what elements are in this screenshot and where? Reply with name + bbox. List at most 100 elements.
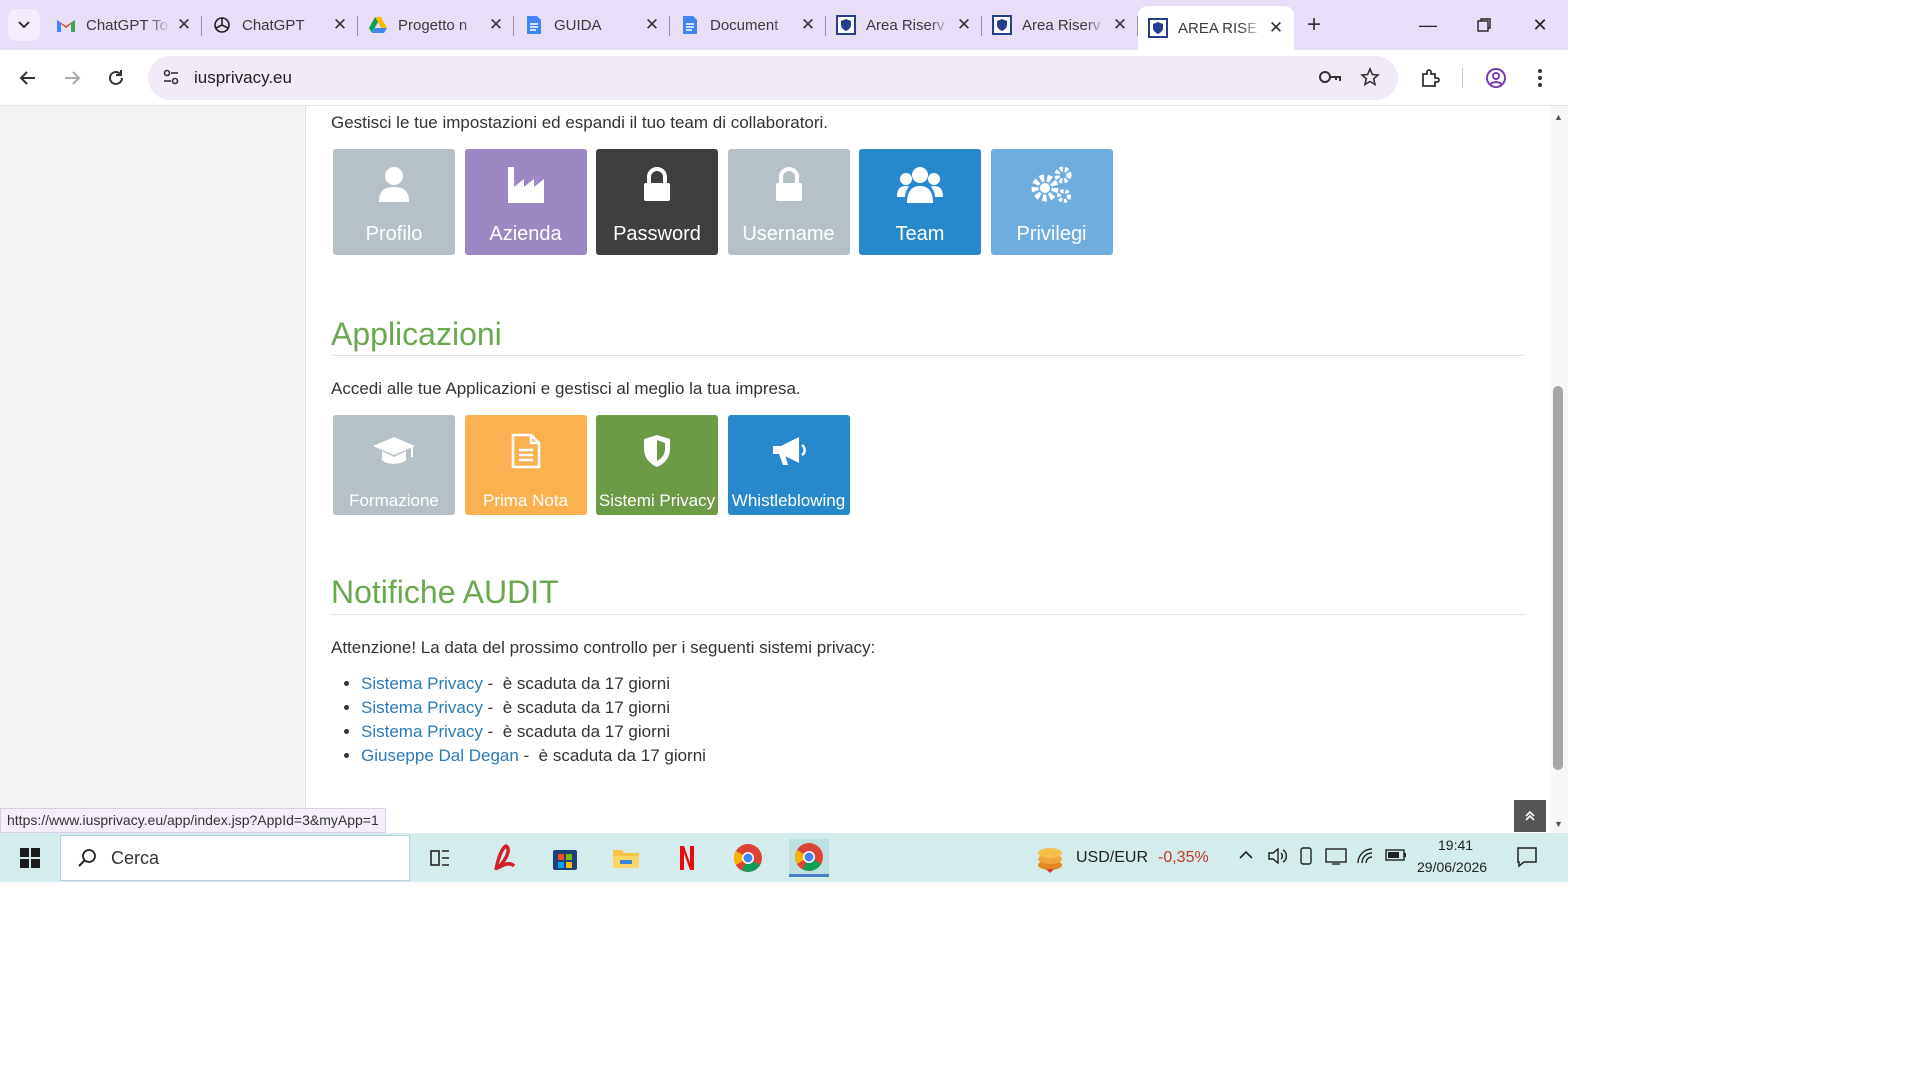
close-window-button[interactable]: ✕ — [1512, 0, 1568, 50]
tray-overflow-chevron-icon[interactable] — [1238, 847, 1254, 868]
tab-search-button[interactable] — [8, 9, 40, 41]
browser-tab[interactable]: ChatGPT To ✕ — [46, 6, 202, 44]
audit-list: Sistema Privacy - è scaduta da 17 giorni… — [361, 672, 706, 768]
battery-icon[interactable] — [1385, 848, 1407, 867]
notifications-icon[interactable] — [1516, 846, 1538, 873]
tab-title: ChatGPT To — [86, 16, 168, 34]
tile-label: Sistemi Privacy — [598, 491, 716, 510]
audit-item-link[interactable]: Sistema Privacy — [361, 722, 483, 741]
tab-title: AREA RISE — [1178, 19, 1258, 37]
audit-intro: Attenzione! La data del prossimo control… — [331, 638, 876, 657]
browser-tab[interactable]: Area Riserv ✕ — [982, 6, 1138, 44]
browser-tab[interactable]: AREA RISE ✕ — [1138, 6, 1294, 50]
user-icon — [377, 163, 411, 207]
tile-azienda[interactable]: Azienda — [464, 149, 587, 255]
menu-button[interactable] — [1524, 62, 1556, 94]
taskbar-app-explorer[interactable] — [606, 839, 646, 877]
audit-item: Giuseppe Dal Degan - è scaduta da 17 gio… — [361, 744, 706, 768]
tile-whistleblowing[interactable]: Whistleblowing — [727, 415, 850, 515]
taskbar-app-store[interactable] — [545, 839, 585, 877]
taskbar-app-netflix[interactable] — [667, 839, 707, 877]
docs-icon — [524, 15, 544, 35]
site-info-icon[interactable] — [162, 68, 180, 91]
close-tab-button[interactable]: ✕ — [488, 16, 504, 33]
address-bar[interactable]: iusprivacy.eu — [148, 56, 1398, 100]
volume-icon[interactable] — [1267, 847, 1288, 870]
new-tab-button[interactable]: + — [1294, 6, 1334, 44]
clock-time[interactable]: 19:41 — [1438, 837, 1473, 853]
taskbar-search[interactable]: Cerca — [60, 835, 410, 881]
tile-label: Profilo — [365, 223, 423, 245]
wifi-icon[interactable] — [1356, 847, 1376, 870]
taskbar-app-acrobat[interactable] — [484, 839, 524, 877]
close-tab-button[interactable]: ✕ — [956, 16, 972, 33]
chrome-icon — [795, 842, 823, 871]
document-icon — [511, 429, 541, 473]
scroll-to-top-button[interactable] — [1514, 800, 1546, 832]
main-content: Gestisci le tue impostazioni ed espandi … — [306, 106, 1550, 833]
tile-team[interactable]: Team — [859, 149, 981, 255]
close-tab-button[interactable]: ✕ — [332, 16, 348, 33]
factory-icon — [506, 163, 546, 207]
profile-button[interactable] — [1480, 62, 1512, 94]
restore-button[interactable] — [1456, 0, 1512, 50]
shield-icon — [992, 15, 1012, 35]
vertical-scrollbar[interactable]: ▲ ▼ — [1550, 106, 1568, 833]
browser-tab[interactable]: Document ✕ — [670, 6, 826, 44]
browser-tab[interactable]: Area Riserv ✕ — [826, 6, 982, 44]
audit-item: Sistema Privacy - è scaduta da 17 giorni — [361, 672, 706, 696]
status-bar-url: https://www.iusprivacy.eu/app/index.jsp?… — [0, 808, 386, 833]
display-icon[interactable] — [1325, 847, 1347, 870]
close-tab-button[interactable]: ✕ — [644, 16, 660, 33]
tile-formazione[interactable]: Formazione — [333, 415, 455, 515]
task-view-button[interactable] — [420, 839, 460, 877]
bookmark-star-icon[interactable] — [1360, 66, 1380, 92]
start-button[interactable] — [10, 839, 50, 877]
shield-icon — [643, 429, 671, 473]
scroll-up-arrow[interactable]: ▲ — [1554, 112, 1563, 122]
tile-prima-nota[interactable]: Prima Nota — [464, 415, 587, 515]
double-chevron-up-icon — [1525, 810, 1535, 821]
back-button[interactable] — [12, 62, 44, 94]
close-tab-button[interactable]: ✕ — [176, 16, 192, 33]
currency-widget-icon[interactable] — [1034, 843, 1066, 878]
close-tab-button[interactable]: ✕ — [1268, 19, 1284, 36]
browser-tab[interactable]: ChatGPT ✕ — [202, 6, 358, 44]
taskbar-app-chrome[interactable] — [728, 839, 768, 877]
audit-item-link[interactable]: Sistema Privacy — [361, 698, 483, 717]
reload-button[interactable] — [100, 62, 132, 94]
tile-label: Privilegi — [1016, 223, 1087, 245]
audit-item-link[interactable]: Sistema Privacy — [361, 674, 483, 693]
tile-username[interactable]: Username — [727, 149, 850, 255]
close-tab-button[interactable]: ✕ — [1112, 16, 1128, 33]
toolbar-divider — [1462, 68, 1463, 88]
extensions-button[interactable] — [1414, 62, 1446, 94]
audit-item-link[interactable]: Giuseppe Dal Degan — [361, 746, 519, 765]
taskbar-app-chrome-active[interactable] — [789, 839, 829, 877]
close-tab-button[interactable]: ✕ — [800, 16, 816, 33]
browser-tab[interactable]: Progetto n ✕ — [358, 6, 514, 44]
audit-item-text: - è scaduta da 17 giorni — [518, 746, 706, 765]
left-sidebar — [0, 106, 306, 833]
chrome-icon — [734, 844, 762, 872]
tab-strip: ChatGPT To ✕ ChatGPT ✕ Progetto n ✕ GUIDA ✕ Docu… — [0, 0, 1568, 50]
windows-logo-icon — [20, 848, 40, 868]
task-view-icon — [430, 850, 449, 866]
minimize-button[interactable]: — — [1400, 0, 1456, 50]
phone-link-icon[interactable] — [1298, 847, 1314, 870]
lock-icon — [642, 163, 672, 207]
arrow-left-icon — [19, 71, 35, 85]
clock-date[interactable]: 29/06/2026 — [1417, 859, 1487, 875]
browser-tab[interactable]: GUIDA ✕ — [514, 6, 670, 44]
tile-label: Username — [742, 223, 835, 245]
tile-sistemi-privacy[interactable]: Sistemi Privacy — [596, 415, 718, 515]
tile-label: Prima Nota — [482, 491, 569, 510]
tile-profilo[interactable]: Profilo — [333, 149, 455, 255]
forward-button[interactable] — [56, 62, 88, 94]
scroll-down-arrow[interactable]: ▼ — [1554, 819, 1563, 829]
users-icon — [897, 163, 943, 207]
tile-privilegi[interactable]: Privilegi — [990, 149, 1113, 255]
scrollbar-thumb[interactable] — [1553, 386, 1563, 770]
password-key-icon[interactable] — [1318, 68, 1342, 91]
tile-password[interactable]: Password — [596, 149, 718, 255]
